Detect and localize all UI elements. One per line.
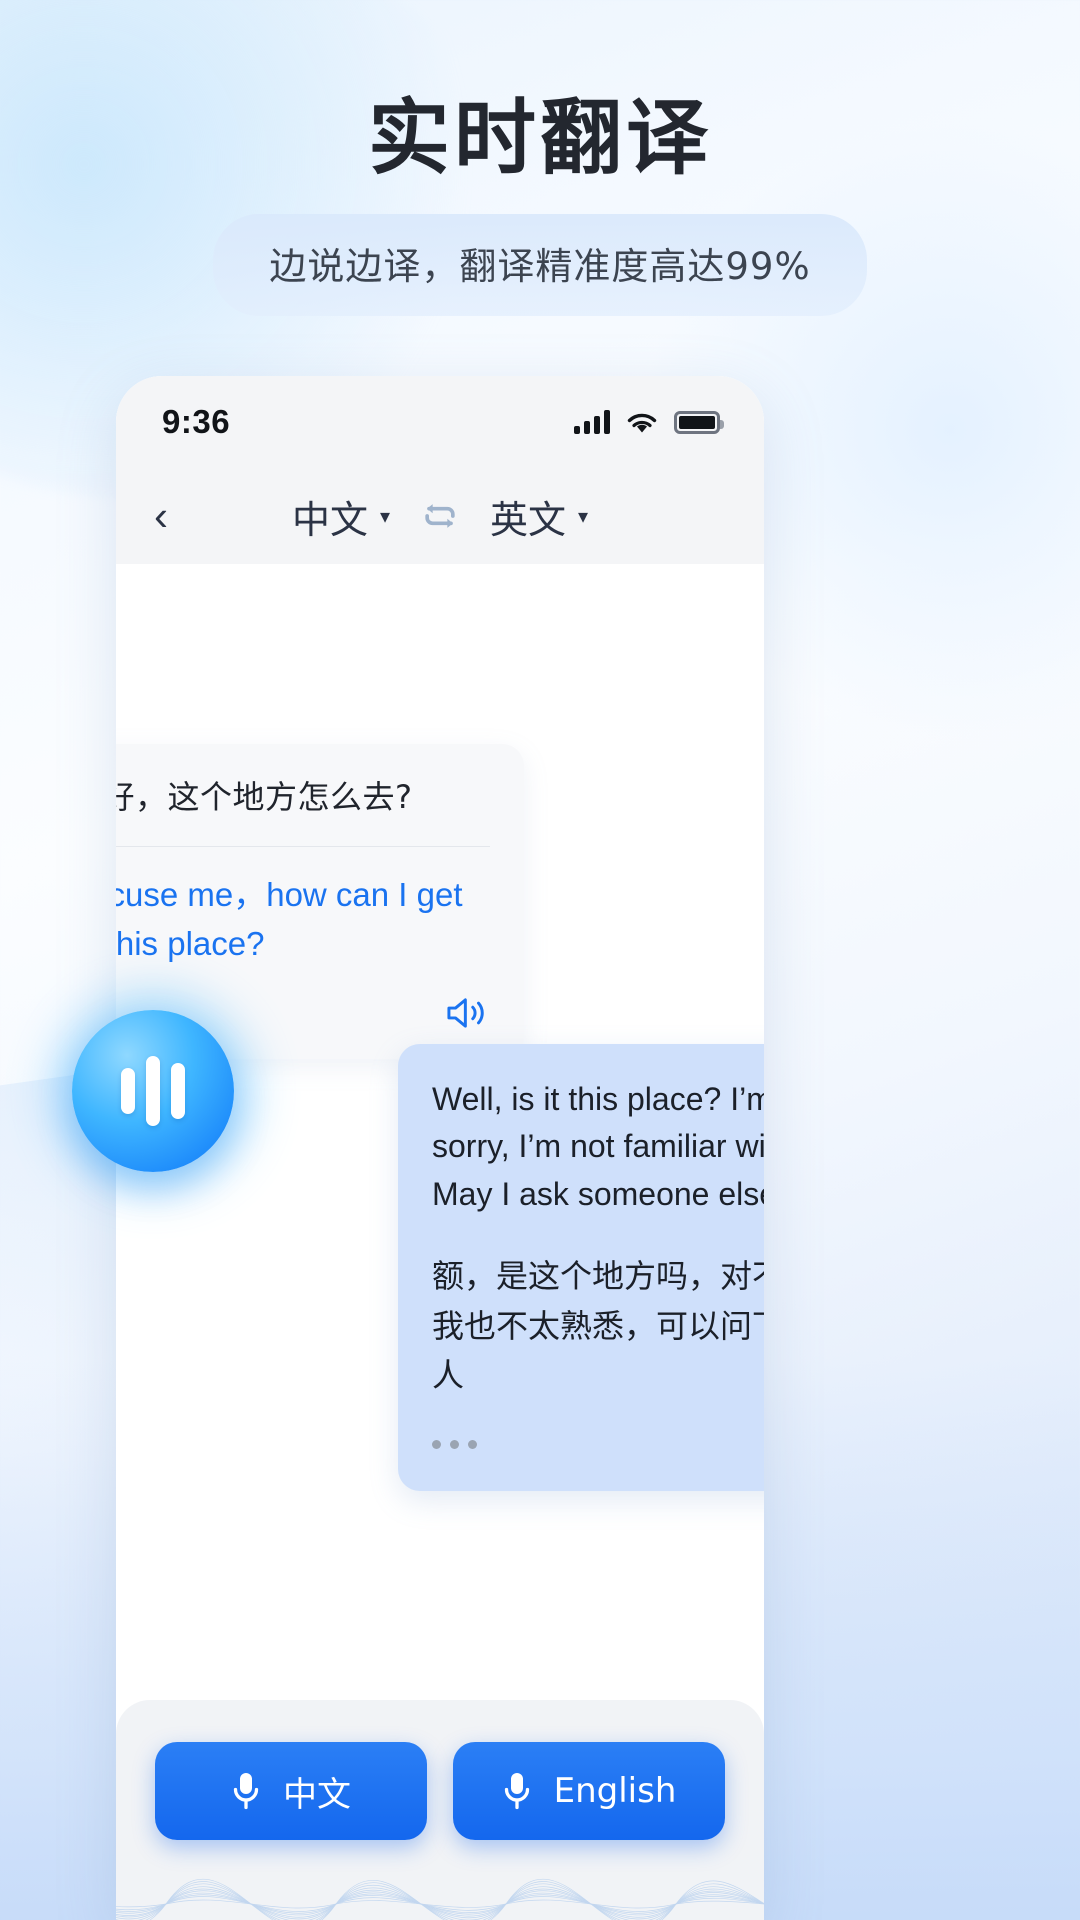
ellipsis-icon[interactable] [432,1440,477,1450]
wifi-icon [627,413,657,433]
chat-area: 你好，这个地方怎么去? Excuse me，how can I get to t… [116,564,764,1920]
target-language-label: 英文 [490,497,567,542]
microphone-icon [233,1773,259,1810]
battery-icon [674,410,724,434]
microphone-icon [504,1773,529,1810]
page-title: 实时翻译 [367,91,712,186]
status-time: 9:36 [162,403,231,440]
voice-record-orb[interactable] [72,1010,234,1172]
chevron-down-icon: ▾ [578,504,589,528]
swap-languages-icon[interactable] [418,494,462,538]
hero-subtitle-wrap: 边说边译，翻译精准度高达99% [0,214,1080,317]
voice-wave-bar [121,1068,135,1114]
message-footer [432,1425,764,1465]
message-translated-text: Excuse me，how can I get to this place? [116,876,463,963]
chevron-left-icon[interactable]: ‹ [154,495,214,537]
chevron-down-icon: ▾ [379,504,390,528]
talk-button-english[interactable]: English [453,1742,725,1840]
hero-section: 实时翻译 边说边译，翻译精准度高达99% [0,91,1080,317]
status-icons [574,409,724,435]
phone-screen: 9:36 ‹ 中文 ▾ 英文 ▾ 好，这个地方怎么去? cuse me，how … [116,376,764,1920]
message-bubble-outgoing[interactable]: Well, is it this place? I’m sorry, I’m n… [398,1044,764,1491]
phone-mockup: 9:36 ‹ 中文 ▾ 英文 ▾ 好，这个地方怎么去? cuse me，how … [116,376,764,1920]
status-bar: 9:36 [116,376,764,468]
message-divider [116,846,490,848]
message-source-text: Well, is it this place? I’m sorry, I’m n… [432,1081,764,1212]
talk-button-label: English [553,1771,677,1811]
target-language-selector[interactable]: 英文 ▾ [490,489,588,544]
speaker-icon[interactable] [444,993,490,1033]
hero-subtitle: 边说边译，翻译精准度高达99% [213,214,867,317]
voice-wave-bar [146,1056,160,1126]
message-translated-text: 额，是这个地方吗，对不起，我也不太熟悉，可以问下其他人 [432,1257,764,1395]
nav-bar: ‹ 中文 ▾ 英文 ▾ [116,468,764,564]
voice-wave-bar [171,1063,185,1119]
bottom-action-bar: 中文 English [116,1700,764,1920]
signal-icon [574,410,610,434]
message-source-text: 你好，这个地方怎么去? [116,778,413,816]
talk-button-chinese[interactable]: 中文 [155,1742,427,1840]
source-language-selector[interactable]: 中文 ▾ [292,489,390,544]
talk-button-label: 中文 [283,1774,351,1815]
source-language-label: 中文 [291,497,368,542]
message-bubble-incoming[interactable]: 你好，这个地方怎么去? Excuse me，how can I get to t… [116,744,524,1060]
